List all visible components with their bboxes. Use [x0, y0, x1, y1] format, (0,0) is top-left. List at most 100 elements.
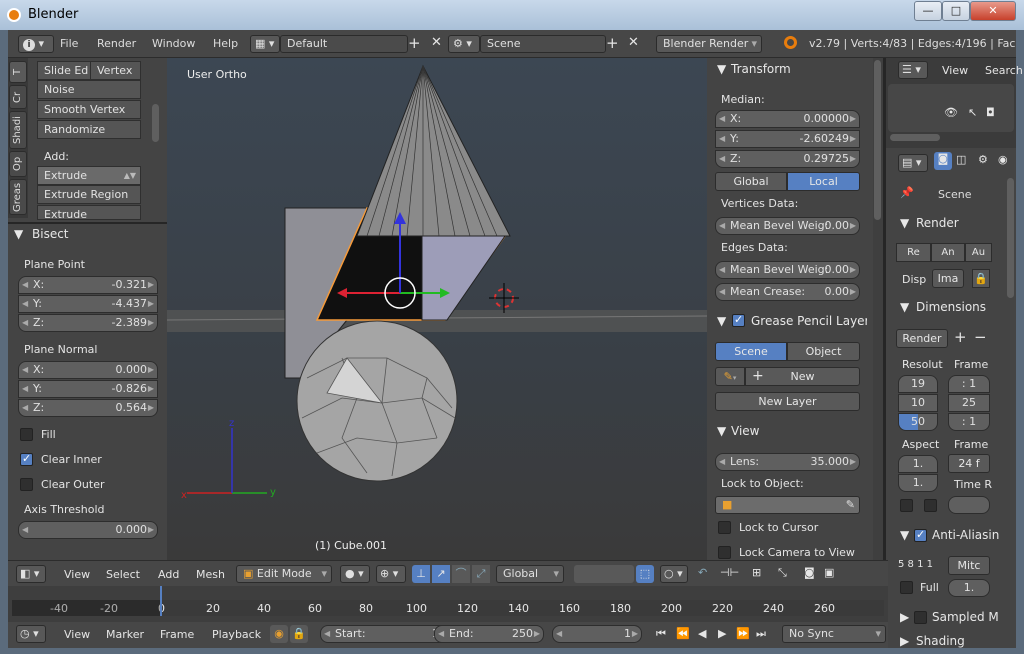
lock-interface-icon[interactable]: 🔒	[972, 269, 990, 288]
orientation-select[interactable]: Global ▾	[496, 565, 564, 583]
3d-editor-type[interactable]: ◧ ▾	[16, 565, 46, 583]
view-panel-toggle[interactable]: ▼	[717, 424, 726, 438]
timeline-view-menu[interactable]: View	[64, 628, 90, 641]
remove-screen-button[interactable]: ✕	[431, 35, 442, 50]
current-frame-indicator[interactable]	[160, 586, 162, 616]
anti-aliasing-checkbox[interactable]	[914, 528, 927, 542]
add-scene-button[interactable]: +	[606, 34, 619, 52]
scale-icon[interactable]: ⤢	[472, 565, 490, 583]
proportional-edit-select[interactable]: ○ ▾	[660, 565, 688, 583]
new-layer-button[interactable]: New Layer	[715, 392, 860, 411]
slide-vertex-button[interactable]: Vertex	[90, 61, 141, 80]
lens-field[interactable]: ◀ Lens: 35.000 ▶	[715, 453, 860, 471]
menu-help[interactable]: Help	[213, 37, 238, 50]
plane-point-y-field[interactable]: ◀ Y: -4.437 ▶	[18, 295, 158, 313]
current-frame-field[interactable]: ◀ 1 ▶	[552, 625, 642, 643]
snap-icon[interactable]: ↶	[698, 566, 707, 579]
lock-object-field[interactable]: ■ ✎	[715, 496, 860, 514]
sampled-motion-panel-toggle[interactable]: ▶	[900, 610, 909, 624]
props-editor-type[interactable]: ▤ ▾	[898, 154, 928, 172]
mean-bevel-vertex-field[interactable]: ◀ Mean Bevel Weig: 0.00 ▶	[715, 217, 860, 235]
noise-button[interactable]: Noise	[37, 80, 141, 99]
add-screen-button[interactable]: +	[408, 34, 421, 52]
screen-layout-field[interactable]: Default	[280, 35, 408, 53]
world-tab-icon[interactable]: ◉	[998, 153, 1008, 166]
rotate-icon[interactable]: ⌒	[452, 565, 470, 583]
global-toggle[interactable]: Global	[715, 172, 787, 191]
vertex-select-icon[interactable]: ⬚	[636, 565, 654, 583]
maximize-button[interactable]: □	[942, 1, 970, 21]
snap-target-icon[interactable]: ⊞	[752, 566, 761, 579]
timeline-marker-menu[interactable]: Marker	[106, 628, 144, 641]
close-button[interactable]: ✕	[970, 1, 1016, 21]
render-tab-icon[interactable]: ◙	[934, 152, 952, 170]
minimize-button[interactable]: —	[914, 1, 942, 21]
3d-viewport[interactable]: User Ortho x y z (1) Cube.001	[167, 58, 707, 560]
outliner-editor-type[interactable]: ☰ ▾	[898, 61, 928, 79]
aa-filter-select[interactable]: Mitc	[948, 556, 990, 575]
mean-bevel-edge-field[interactable]: ◀ Mean Bevel Weig: 0.00 ▶	[715, 261, 860, 279]
transform-panel-toggle[interactable]: ▼	[717, 62, 726, 76]
extrude-button[interactable]: Extrude ▲▼	[37, 166, 141, 185]
time-remap-field[interactable]	[948, 496, 990, 514]
timeline-scrubber-area[interactable]: -40 -20 0 20 40 60 80 100 120 140 160 18…	[12, 586, 884, 616]
tab-shading[interactable]: Shadi	[9, 111, 27, 149]
gp-object-toggle[interactable]: Object	[787, 342, 860, 361]
resolution-x-field[interactable]: 19	[898, 375, 938, 393]
mesh-menu[interactable]: Mesh	[196, 568, 225, 581]
plane-point-x-field[interactable]: ◀ X: -0.321 ▶	[18, 276, 158, 294]
scene-icon[interactable]: ⚙ ▾	[448, 35, 480, 53]
tab-create[interactable]: Cr	[9, 85, 27, 109]
tool-shelf-scrollbar[interactable]	[152, 104, 159, 142]
jump-end-icon[interactable]: ⏭	[756, 627, 766, 641]
record-icon[interactable]: ◉	[270, 625, 288, 643]
anti-aliasing-panel-toggle[interactable]: ▼	[900, 528, 909, 542]
crop-checkbox[interactable]	[924, 499, 937, 512]
mode-select[interactable]: ▣ Edit Mode ▾	[236, 565, 332, 583]
plane-normal-z-field[interactable]: ◀ Z: 0.564 ▶	[18, 399, 158, 417]
pivot-select[interactable]: ⊕ ▾	[376, 565, 406, 583]
outliner-tree[interactable]: 👁 ↖ ◘	[888, 84, 1014, 132]
add-menu[interactable]: Add	[158, 568, 179, 581]
snap-element-icon[interactable]: ⊣⊢	[720, 566, 739, 579]
camera-icon[interactable]: ◘	[986, 106, 995, 119]
layer-buttons[interactable]	[574, 565, 634, 583]
view-menu[interactable]: View	[64, 568, 90, 581]
remove-scene-button[interactable]: ✕	[628, 35, 639, 50]
render-image-button[interactable]: Re	[896, 243, 931, 262]
render-preview-icon[interactable]: ⤡	[778, 566, 787, 580]
gp-new-button[interactable]: + New	[745, 367, 860, 386]
aa-size-field[interactable]: 1.	[948, 579, 990, 597]
lock-camera-checkbox[interactable]	[718, 546, 731, 559]
manipulator-toggle-icon[interactable]: ⊥	[412, 565, 430, 583]
slide-edge-button[interactable]: Slide Ed	[37, 61, 91, 80]
play-reverse-icon[interactable]: ◀	[698, 627, 706, 640]
aa-samples-row[interactable]: 5 8 1 1	[898, 559, 933, 570]
median-z-field[interactable]: ◀ Z: 0.29725 ▶	[715, 150, 860, 168]
add-preset-button[interactable]: +	[954, 328, 967, 346]
tab-grease-pencil[interactable]: Greas	[9, 179, 27, 215]
sampled-motion-checkbox[interactable]	[914, 611, 927, 624]
cursor-icon[interactable]: ↖	[968, 106, 977, 119]
display-select[interactable]: Ima	[932, 269, 964, 288]
frame-start-field[interactable]: : 1	[948, 375, 990, 393]
clear-outer-checkbox[interactable]	[20, 478, 33, 491]
render-audio-button[interactable]: Au	[965, 243, 992, 262]
mean-crease-field[interactable]: ◀ Mean Crease: 0.00 ▶	[715, 283, 860, 301]
resolution-y-field[interactable]: 10	[898, 394, 938, 412]
scene-tab-icon[interactable]: ⚙	[978, 153, 988, 166]
lock-to-cursor-checkbox[interactable]	[718, 521, 731, 534]
menu-window[interactable]: Window	[152, 37, 195, 50]
extrude-individual-button[interactable]: Extrude Individual	[37, 205, 141, 220]
sidebar-scrollbar[interactable]	[874, 60, 881, 220]
menu-file[interactable]: File	[60, 37, 78, 50]
aspect-x-field[interactable]: 1.	[898, 455, 938, 473]
full-sample-checkbox[interactable]	[900, 581, 913, 594]
remove-preset-button[interactable]: −	[974, 328, 987, 346]
dimensions-panel-toggle[interactable]: ▼	[900, 300, 909, 314]
fps-select[interactable]: 24 f	[948, 454, 990, 473]
render-preset-select[interactable]: Render	[896, 329, 948, 348]
resolution-percent-field[interactable]: 50	[898, 413, 938, 431]
outliner-view-menu[interactable]: View	[942, 64, 968, 77]
grease-pencil-checkbox[interactable]	[732, 313, 745, 327]
